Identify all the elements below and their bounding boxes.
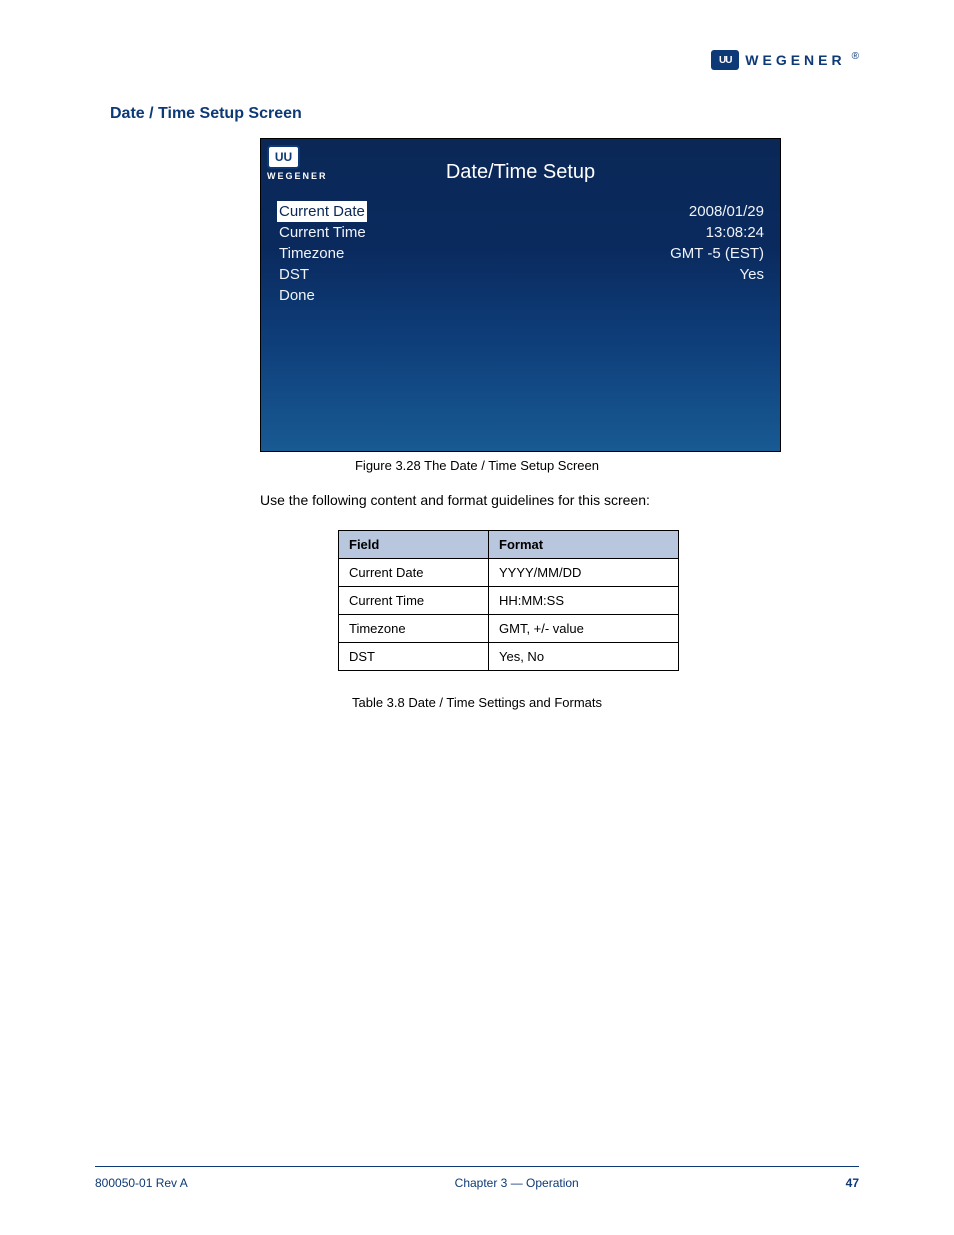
device-screenshot: UU WEGENER Date/Time Setup Current Date …: [260, 138, 781, 452]
table-row: Current Time HH:MM:SS: [339, 587, 679, 615]
menu-value: 13:08:24: [706, 222, 764, 243]
menu-label: Done: [277, 285, 317, 306]
table-cell: DST: [339, 643, 489, 671]
menu-label: Current Date: [277, 201, 367, 222]
table-row: Timezone GMT, +/- value: [339, 615, 679, 643]
menu-value: GMT -5 (EST): [670, 243, 764, 264]
header-brand: UU WEGENER ®: [711, 50, 859, 70]
table-row: DST Yes, No: [339, 643, 679, 671]
table-cell: HH:MM:SS: [489, 587, 679, 615]
footer-page-number: 47: [846, 1176, 859, 1190]
footer-divider: [95, 1166, 859, 1168]
table-cell: Current Time: [339, 587, 489, 615]
figure-caption: Figure 3.28 The Date / Time Setup Screen: [0, 458, 954, 473]
menu-row-current-time[interactable]: Current Time 13:08:24: [277, 222, 764, 243]
table-header-row: Field Format: [339, 531, 679, 559]
menu-row-done[interactable]: Done: [277, 285, 764, 306]
menu-value: 2008/01/29: [689, 201, 764, 222]
footer-chapter: Chapter 3 — Operation: [455, 1176, 579, 1190]
table-cell: Yes, No: [489, 643, 679, 671]
menu-row-dst[interactable]: DST Yes: [277, 264, 764, 285]
brand-logo-box-icon: UU: [711, 50, 739, 70]
menu-label: DST: [277, 264, 311, 285]
table-header-field: Field: [339, 531, 489, 559]
screenshot-title: Date/Time Setup: [261, 161, 780, 184]
table-cell: Current Date: [339, 559, 489, 587]
instruction-text: Use the following content and format gui…: [260, 490, 779, 510]
page-footer: 800050-01 Rev A Chapter 3 — Operation 47: [95, 1176, 859, 1190]
brand-registered-icon: ®: [852, 51, 859, 62]
table-header-format: Format: [489, 531, 679, 559]
table-cell: YYYY/MM/DD: [489, 559, 679, 587]
menu-label: Current Time: [277, 222, 368, 243]
brand-logo-text: WEGENER: [745, 52, 845, 68]
menu-row-current-date[interactable]: Current Date 2008/01/29: [277, 201, 764, 222]
footer-docnum: 800050-01 Rev A: [95, 1176, 188, 1190]
table-cell: GMT, +/- value: [489, 615, 679, 643]
section-heading: Date / Time Setup Screen: [110, 105, 302, 123]
menu-row-timezone[interactable]: Timezone GMT -5 (EST): [277, 243, 764, 264]
table-caption: Table 3.8 Date / Time Settings and Forma…: [0, 695, 954, 710]
table-row: Current Date YYYY/MM/DD: [339, 559, 679, 587]
screenshot-menu: Current Date 2008/01/29 Current Time 13:…: [277, 201, 764, 306]
table-cell: Timezone: [339, 615, 489, 643]
menu-label: Timezone: [277, 243, 346, 264]
format-table: Field Format Current Date YYYY/MM/DD Cur…: [338, 530, 679, 671]
menu-value: Yes: [740, 264, 764, 285]
